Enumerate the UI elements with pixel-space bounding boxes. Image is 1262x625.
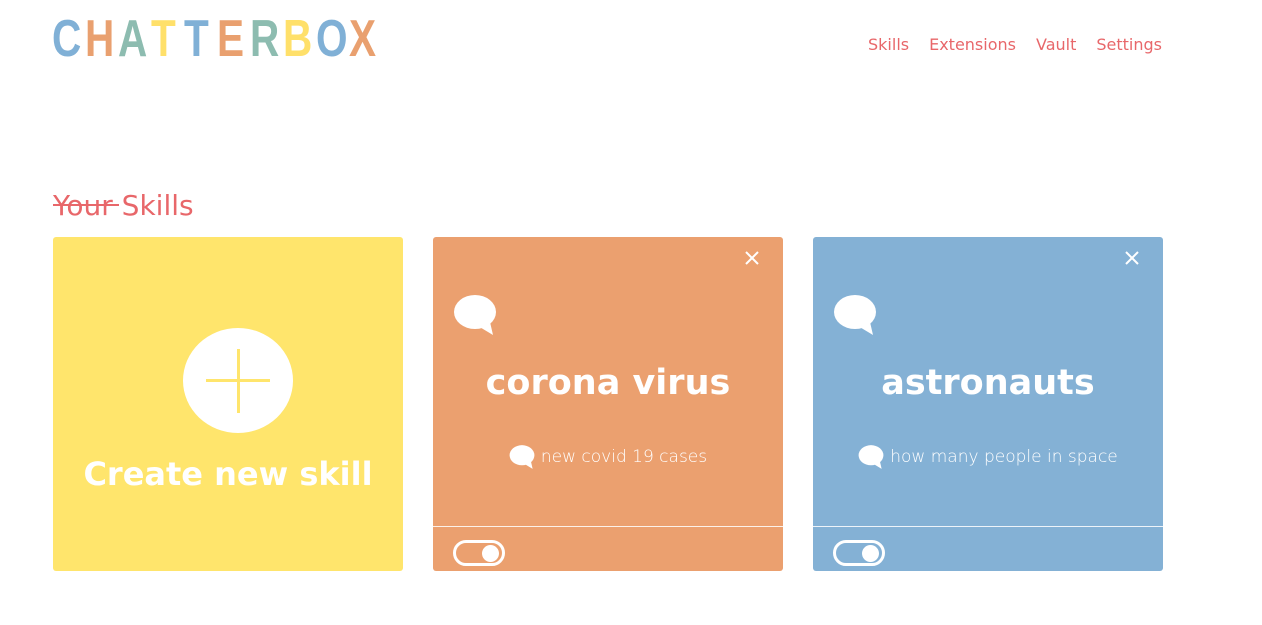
- close-icon[interactable]: [741, 247, 763, 269]
- toggle-knob: [862, 545, 879, 562]
- logo-letter: T: [184, 10, 210, 68]
- logo-letter: H: [85, 10, 116, 68]
- nav-extensions-link[interactable]: Extensions: [929, 35, 1016, 54]
- create-skill-card[interactable]: Create new skill: [53, 237, 403, 571]
- card-divider: [813, 526, 1163, 527]
- toggle-knob: [482, 545, 499, 562]
- section-title-underline: [53, 204, 119, 206]
- close-icon[interactable]: [1121, 247, 1143, 269]
- skill-card[interactable]: corona virus new covid 19 cases: [433, 237, 783, 571]
- skill-phrase: new covid 19 cases: [433, 444, 783, 470]
- speech-bubble-small-icon: [509, 445, 535, 469]
- top-nav: Skills Extensions Vault Settings: [868, 35, 1162, 54]
- skill-title: astronauts: [881, 363, 1095, 403]
- nav-skills-link[interactable]: Skills: [868, 35, 909, 54]
- logo-letter: B: [283, 10, 314, 68]
- speech-bubble-icon: [454, 295, 496, 335]
- logo-letter: T: [151, 10, 177, 68]
- logo-letter: O: [316, 10, 349, 68]
- skill-phrase-text: how many people in space: [890, 447, 1118, 467]
- skill-card[interactable]: astronauts how many people in space: [813, 237, 1163, 571]
- card-divider: [433, 526, 783, 527]
- logo-letter: R: [250, 10, 281, 68]
- logo-letter: X: [349, 10, 377, 68]
- plus-icon-vertical: [237, 349, 240, 413]
- nav-vault-link[interactable]: Vault: [1036, 35, 1076, 54]
- create-skill-label: Create new skill: [83, 455, 373, 493]
- skill-phrase-text: new covid 19 cases: [540, 447, 708, 467]
- skill-enable-toggle[interactable]: [833, 540, 885, 566]
- skill-enable-toggle[interactable]: [453, 540, 505, 566]
- skill-title: corona virus: [485, 363, 731, 403]
- plus-icon: [183, 328, 293, 433]
- speech-bubble-icon: [834, 295, 876, 335]
- chatterbox-logo[interactable]: C H A T T E R B O X: [52, 10, 382, 68]
- speech-bubble-small-icon: [858, 445, 884, 469]
- logo-letter: E: [217, 10, 245, 68]
- logo-letter: C: [52, 10, 83, 68]
- logo-letter: A: [118, 10, 149, 68]
- skill-phrase: how many people in space: [813, 444, 1163, 470]
- nav-settings-link[interactable]: Settings: [1096, 35, 1162, 54]
